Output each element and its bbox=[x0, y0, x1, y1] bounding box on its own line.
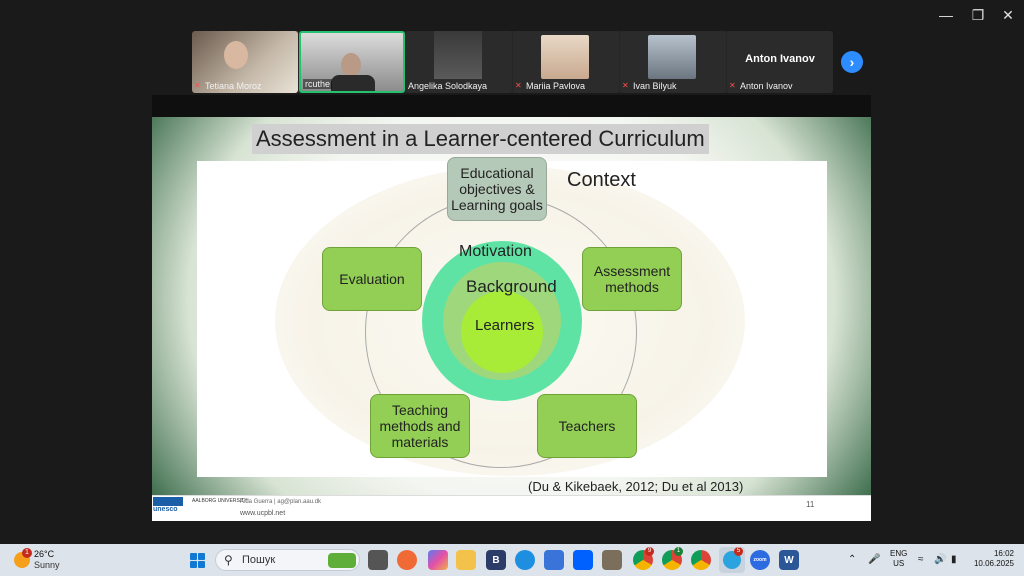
minimize-button[interactable]: — bbox=[934, 6, 958, 24]
dropbox-icon[interactable] bbox=[573, 550, 593, 570]
system-clock[interactable]: 16:02 10.06.2025 bbox=[970, 549, 1014, 569]
firefox-icon[interactable] bbox=[397, 550, 417, 570]
app-icon[interactable] bbox=[602, 550, 622, 570]
chrome-badge: 9 bbox=[645, 547, 654, 556]
weather-condition[interactable]: Sunny bbox=[34, 560, 60, 570]
search-icon: ⚲ bbox=[224, 553, 233, 567]
slide-footer: unesco AALBORG UNIVERSITY Aida Guerra | … bbox=[152, 495, 871, 521]
slide-title: Assessment in a Learner-centered Curricu… bbox=[252, 124, 709, 154]
edge-icon[interactable] bbox=[515, 550, 535, 570]
search-highlight-icon bbox=[328, 553, 356, 568]
speaker-icon[interactable]: 🔊 bbox=[934, 554, 946, 565]
profile-photo bbox=[648, 35, 696, 79]
zoom-icon[interactable]: zoom bbox=[750, 550, 770, 570]
teachers-box: Teachers bbox=[537, 394, 637, 458]
taskbar-search[interactable]: ⚲ Пошук bbox=[215, 549, 360, 571]
weather-badge: 1 bbox=[22, 548, 32, 558]
language-indicator[interactable]: ENG US bbox=[890, 549, 907, 569]
participant-tile[interactable]: ✕ Ivan Bilyuk bbox=[620, 31, 726, 93]
file-explorer-icon[interactable] bbox=[456, 550, 476, 570]
participant-tile[interactable]: Anton Ivanov ✕ Anton Ivanov bbox=[727, 31, 833, 93]
video-feed bbox=[341, 53, 361, 77]
copilot-icon[interactable] bbox=[428, 550, 448, 570]
participant-tile[interactable]: ✕ Tetiana Moroz bbox=[192, 31, 298, 93]
close-button[interactable]: ✕ bbox=[996, 6, 1020, 24]
participant-tile-active[interactable]: rcuthe bbox=[299, 31, 405, 93]
battery-icon[interactable]: ▮ bbox=[951, 554, 957, 565]
page-number: 11 bbox=[806, 500, 815, 509]
participant-tile[interactable]: ✕ Mariia Pavlova bbox=[513, 31, 619, 93]
participant-name: Anton Ivanov bbox=[740, 81, 793, 91]
chrome-badge: 1 bbox=[674, 547, 683, 556]
weather-temperature[interactable]: 26°C bbox=[34, 549, 54, 559]
contact-text: Aida Guerra | ag@plan.aau.dk bbox=[240, 499, 322, 505]
microphone-icon[interactable]: 🎤 bbox=[868, 554, 880, 565]
unesco-logo: unesco bbox=[153, 497, 183, 519]
wifi-icon[interactable]: ≈ bbox=[918, 554, 924, 565]
objectives-box: Educational objectives & Learning goals bbox=[447, 157, 547, 221]
chrome-icon[interactable] bbox=[691, 550, 711, 570]
citation: (Du & Kikebaek, 2012; Du et al 2013) bbox=[528, 479, 744, 494]
participant-name: Mariia Pavlova bbox=[526, 81, 586, 91]
participant-tile[interactable]: Angelika Solodkaya bbox=[406, 31, 512, 93]
next-page-button[interactable]: › bbox=[841, 51, 863, 73]
participant-name: Ivan Bilyuk bbox=[633, 81, 677, 91]
shared-slide: Assessment in a Learner-centered Curricu… bbox=[152, 117, 871, 521]
participant-strip: ✕ Tetiana Moroz rcuthe Angelika Solodkaya… bbox=[192, 31, 833, 93]
context-label: Context bbox=[567, 169, 636, 191]
windows-taskbar: 1 26°C Sunny ⚲ Пошук B 9 1 5 zoom W ⌃ � bbox=[0, 544, 1024, 576]
diagram-area: Context Motivation Background Learners E… bbox=[197, 157, 827, 477]
restore-button[interactable]: ❐ bbox=[966, 6, 990, 24]
participant-name: Angelika Solodkaya bbox=[408, 81, 488, 91]
participant-name: Tetiana Moroz bbox=[205, 81, 262, 91]
teaching-box: Teaching methods and materials bbox=[370, 394, 470, 458]
mic-muted-icon: ✕ bbox=[194, 81, 201, 90]
participant-name: rcuthe bbox=[305, 79, 331, 89]
mic-muted-icon: ✕ bbox=[729, 81, 736, 90]
mic-muted-icon: ✕ bbox=[622, 81, 629, 90]
video-feed bbox=[434, 31, 482, 79]
video-feed bbox=[224, 41, 248, 69]
learners-label: Learners bbox=[475, 317, 535, 334]
evaluation-box: Evaluation bbox=[322, 247, 422, 311]
participant-display-name: Anton Ivanov bbox=[745, 53, 815, 65]
app-b-icon[interactable]: B bbox=[486, 550, 506, 570]
zoom-meeting-window: — ❐ ✕ ✕ Tetiana Moroz rcuthe Angelika Sol… bbox=[0, 0, 1024, 576]
search-placeholder: Пошук bbox=[242, 554, 276, 566]
telegram-badge: 5 bbox=[734, 547, 743, 556]
background-label: Background bbox=[466, 277, 557, 296]
assessment-box: Assessment methods bbox=[582, 247, 682, 311]
start-button[interactable] bbox=[190, 553, 205, 568]
word-icon[interactable]: W bbox=[779, 550, 799, 570]
task-view-icon[interactable] bbox=[368, 550, 388, 570]
profile-photo bbox=[541, 35, 589, 79]
mic-muted-icon: ✕ bbox=[515, 81, 522, 90]
motivation-label: Motivation bbox=[459, 243, 532, 260]
chevron-up-icon[interactable]: ⌃ bbox=[848, 554, 856, 565]
website-text: www.ucpbl.net bbox=[240, 510, 286, 517]
store-icon[interactable] bbox=[544, 550, 564, 570]
